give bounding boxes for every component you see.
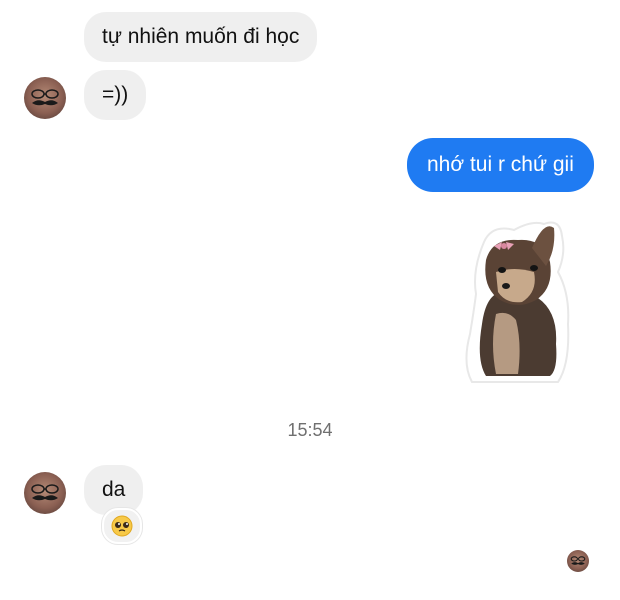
reaction-badge[interactable] — [102, 508, 142, 544]
chihuahua-sticker[interactable] — [462, 214, 572, 386]
timestamp: 15:54 — [287, 420, 333, 440]
outgoing-message-1-text: nhớ tui r chứ gii — [427, 153, 574, 176]
incoming-message-2[interactable]: =)) — [84, 70, 147, 120]
sender-avatar[interactable] — [24, 77, 66, 119]
seen-mustache-icon — [570, 556, 586, 565]
incoming-message-1[interactable]: tự nhiên muốn đi học — [84, 12, 318, 62]
incoming-message-1-text: tự nhiên muốn đi học — [102, 25, 300, 48]
avatar-mustache-icon — [31, 484, 59, 501]
avatar-mustache-icon — [31, 89, 59, 106]
seen-avatar-icon — [567, 550, 589, 572]
outgoing-message-1[interactable]: nhớ tui r chứ gii — [407, 138, 594, 192]
pleading-face-icon — [111, 515, 133, 537]
sender-avatar-2[interactable] — [24, 472, 66, 514]
incoming-message-3-text: da — [102, 478, 126, 501]
chihuahua-sticker-image — [465, 221, 570, 383]
incoming-message-2-text: =)) — [102, 83, 129, 106]
